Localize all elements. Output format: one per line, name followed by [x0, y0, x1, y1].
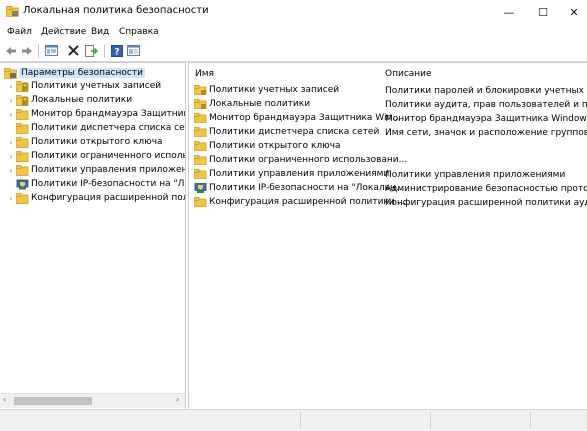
- row-name: Политики диспетчера списка сетей: [209, 127, 380, 137]
- chevron-right-icon[interactable]: ›: [6, 82, 16, 91]
- row-name: Политики открытого ключа: [209, 141, 341, 151]
- shield-network-icon: [194, 183, 207, 193]
- tree-item-app-control[interactable]: › Политики управления приложениями: [6, 163, 185, 177]
- lock-folder-icon: [194, 85, 207, 95]
- folder-icon: [16, 150, 29, 162]
- menu-file[interactable]: Файл: [7, 27, 32, 37]
- folder-icon: [194, 197, 207, 207]
- tree-item-label: Политики учетных записей: [31, 81, 162, 91]
- tree-item-label: Политики управления приложениями: [31, 165, 185, 175]
- horizontal-scrollbar[interactable]: ‹ ›: [0, 393, 185, 408]
- tree-item-account-policies[interactable]: › Политики учетных записей: [6, 79, 161, 93]
- row-name: Политики учетных записей: [209, 85, 340, 95]
- tree-item-software-restriction[interactable]: › Политики ограниченного использования п…: [6, 149, 186, 163]
- list-row[interactable]: Политики открытого ключа: [189, 140, 587, 154]
- security-policy-app-icon: [6, 6, 19, 17]
- folder-icon: [194, 141, 207, 151]
- scroll-right-icon[interactable]: ›: [176, 395, 179, 404]
- list-row[interactable]: Монитор брандмауэра Защитника Win... Мон…: [189, 112, 587, 126]
- list-pane: Имя Описание Политики учетных записей По…: [188, 62, 587, 410]
- tree-item-label: Политики ограниченного использования про…: [31, 151, 186, 161]
- tree-root-label: Параметры безопасности: [19, 68, 145, 78]
- row-description: Конфигурация расширенной политики аудита: [385, 198, 587, 208]
- list-row[interactable]: Политики диспетчера списка сетей Имя сет…: [189, 126, 587, 140]
- folder-icon: [16, 108, 29, 120]
- status-bar: [0, 409, 587, 431]
- folder-icon: [194, 113, 207, 123]
- tree-root[interactable]: Параметры безопасности: [4, 66, 145, 80]
- folder-icon: [194, 155, 207, 165]
- chevron-right-icon[interactable]: ›: [6, 166, 16, 175]
- column-header-description[interactable]: Описание: [385, 69, 432, 79]
- row-description: Политики управления приложениями: [385, 170, 566, 180]
- scroll-left-icon[interactable]: ‹: [3, 395, 6, 404]
- export-list-icon[interactable]: [84, 44, 98, 57]
- tree-item-local-policies[interactable]: › Локальные политики: [6, 93, 132, 107]
- row-name: Политики ограниченного использовани...: [209, 155, 408, 165]
- help-icon[interactable]: ?: [110, 44, 124, 57]
- row-name: Политики IP-безопасности на "Локальн...: [209, 183, 405, 193]
- row-name: Локальные политики: [209, 99, 311, 109]
- menu-action[interactable]: Действие: [41, 27, 86, 37]
- folder-icon: [16, 164, 29, 176]
- chevron-right-icon[interactable]: ›: [6, 96, 16, 105]
- tree-item-ip-security[interactable]: Политики IP-безопасности на "Локальный к…: [6, 177, 185, 191]
- chevron-right-icon[interactable]: ›: [6, 152, 16, 161]
- forward-arrow-icon[interactable]: [20, 44, 34, 57]
- row-description: Монитор брандмауэра Защитника Windows в.…: [385, 114, 587, 124]
- list-row[interactable]: Политики IP-безопасности на "Локальн... …: [189, 182, 587, 196]
- folder-icon: [16, 136, 29, 148]
- folder-icon: [194, 127, 207, 137]
- tree-item-label: Политики открытого ключа: [31, 137, 163, 147]
- row-name: Конфигурация расширенной политики ...: [209, 197, 407, 207]
- window-title: Локальная политика безопасности: [23, 5, 209, 16]
- list-row[interactable]: Локальные политики Политики аудита, прав…: [189, 98, 587, 112]
- lock-folder-icon: [16, 80, 29, 92]
- tree-item-label: Политики IP-безопасности на "Локальный к…: [31, 179, 185, 189]
- menu-bar: Файл Действие Вид Справка: [0, 24, 587, 41]
- chevron-right-icon[interactable]: ›: [6, 138, 16, 147]
- list-row[interactable]: Политики ограниченного использовани...: [189, 154, 587, 168]
- properties-icon[interactable]: [126, 44, 140, 57]
- row-name: Монитор брандмауэра Защитника Win...: [209, 113, 401, 123]
- row-description: Имя сети, значок и расположение групповы…: [385, 128, 587, 138]
- toolbar: ?: [0, 41, 587, 62]
- close-button[interactable]: ✕: [555, 0, 587, 24]
- list-row[interactable]: Политики учетных записей Политики пароле…: [189, 84, 587, 98]
- show-hide-tree-icon[interactable]: [44, 44, 58, 57]
- lock-folder-icon: [16, 94, 29, 106]
- folder-icon: [16, 192, 29, 204]
- lock-folder-icon: [194, 99, 207, 109]
- row-description: Администрирование безопасностью протоко.…: [385, 184, 587, 194]
- chevron-right-icon[interactable]: ›: [6, 194, 16, 203]
- tree-pane: Параметры безопасности › Политики учетны…: [0, 62, 186, 410]
- tree-item-label: Локальные политики: [31, 95, 133, 105]
- tree-item-public-key[interactable]: › Политики открытого ключа: [6, 135, 163, 149]
- scrollbar-thumb[interactable]: [14, 397, 92, 405]
- delete-icon[interactable]: [66, 44, 80, 57]
- minimize-button[interactable]: —: [490, 0, 528, 24]
- back-arrow-icon[interactable]: [4, 44, 18, 57]
- row-description: Политики паролей и блокировки учетных за…: [385, 86, 587, 96]
- tree-item-label: Монитор брандмауэра Защитника Windows: [31, 109, 185, 119]
- row-description: Политики аудита, прав пользователей и па…: [385, 100, 587, 110]
- column-header-name[interactable]: Имя: [195, 69, 214, 79]
- title-bar: Локальная политика безопасности — ☐ ✕: [0, 0, 587, 24]
- svg-text:?: ?: [114, 47, 119, 57]
- folder-icon: [16, 122, 29, 134]
- tree-item-label: Конфигурация расширенной политики аудита: [31, 193, 185, 203]
- menu-view[interactable]: Вид: [91, 27, 109, 37]
- tree-item-advanced-audit[interactable]: › Конфигурация расширенной политики ауди…: [6, 191, 185, 205]
- security-settings-icon: [4, 67, 17, 79]
- shield-network-icon: [16, 179, 29, 189]
- tree-item-firewall-monitor[interactable]: › Монитор брандмауэра Защитника Windows: [6, 107, 185, 121]
- tree-item-network-list[interactable]: Политики диспетчера списка сетей: [6, 121, 186, 135]
- folder-icon: [194, 169, 207, 179]
- tree-item-label: Политики диспетчера списка сетей: [31, 123, 186, 133]
- list-row[interactable]: Конфигурация расширенной политики ... Ко…: [189, 196, 587, 210]
- menu-help[interactable]: Справка: [119, 27, 159, 37]
- row-name: Политики управления приложениями: [209, 169, 390, 179]
- list-row[interactable]: Политики управления приложениями Политик…: [189, 168, 587, 182]
- chevron-right-icon[interactable]: ›: [6, 110, 16, 119]
